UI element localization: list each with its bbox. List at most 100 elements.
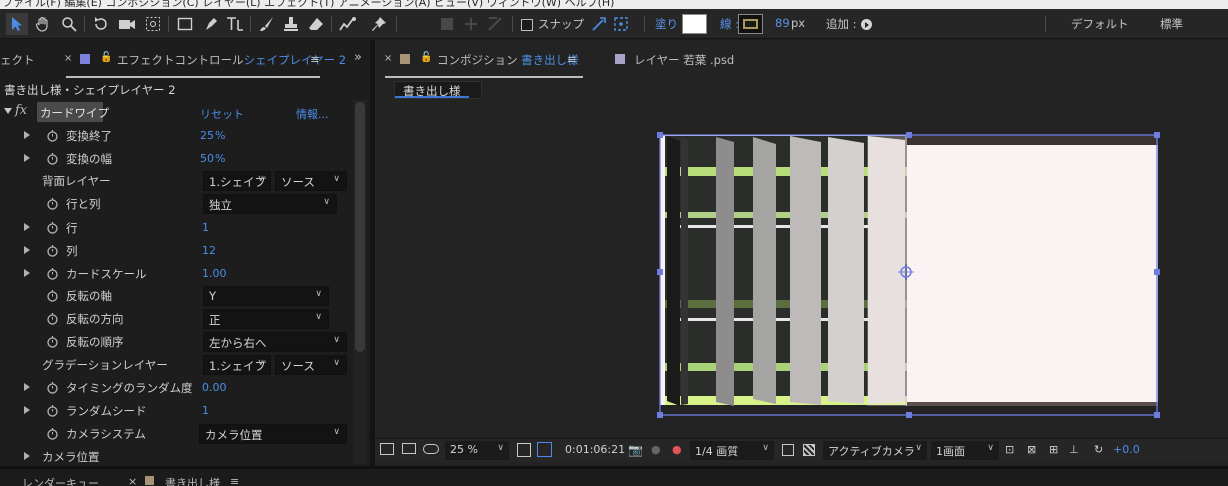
show-snapshot-icon[interactable]: ●	[651, 443, 661, 456]
stopwatch-icon[interactable]	[46, 404, 59, 417]
current-timecode[interactable]: 0:01:06:21	[565, 443, 625, 456]
expand-property-icon[interactable]	[24, 406, 30, 414]
eraser-tool-icon[interactable]	[305, 13, 327, 35]
close-comp-tab-icon[interactable]: ×	[384, 53, 392, 64]
stopwatch-icon[interactable]	[46, 427, 59, 440]
prev-panel-tab[interactable]: ェクト	[0, 52, 35, 68]
camera-view-dropdown[interactable]: アクティブカメラ ∨	[823, 441, 927, 460]
snap-feature-icon[interactable]	[610, 13, 632, 35]
expand-property-icon[interactable]	[24, 154, 30, 162]
fast-preview-icon[interactable]: ⊠	[1027, 443, 1036, 456]
view-axis-icon[interactable]	[484, 13, 506, 35]
stopwatch-icon[interactable]	[46, 312, 59, 325]
expand-property-icon[interactable]	[24, 131, 30, 139]
pixel-aspect-icon[interactable]: ⊡	[1005, 443, 1014, 456]
effect-info-button[interactable]: 情報...	[296, 106, 329, 122]
stopwatch-icon[interactable]	[46, 289, 59, 302]
resolution-dropdown[interactable]: 1/4 画質 ∨	[690, 441, 774, 460]
pan-behind-tool-icon[interactable]	[142, 13, 164, 35]
effect-name[interactable]: カードワイプ	[37, 102, 109, 122]
fx-icon[interactable]: fx	[15, 103, 27, 118]
panel-menu-icon[interactable]: ≡	[310, 52, 320, 66]
add-menu-icon[interactable]	[861, 19, 872, 30]
selection-tool-icon[interactable]	[6, 13, 28, 35]
workspace-default[interactable]: デフォルト	[1071, 16, 1129, 32]
flip-order-dropdown[interactable]: 左から右へ ∨	[203, 332, 347, 352]
snapshot-camera-icon[interactable]: 📷	[628, 443, 643, 457]
brush-tool-icon[interactable]	[256, 13, 278, 35]
grid-icon[interactable]	[517, 443, 531, 457]
flip-direction-dropdown[interactable]: 正 ∨	[203, 309, 329, 329]
exposure-value[interactable]: +0.0	[1113, 443, 1140, 456]
clone-stamp-tool-icon[interactable]	[280, 13, 302, 35]
comp-canvas[interactable]	[375, 102, 1228, 438]
comp-panel-menu-icon[interactable]: ≡	[567, 52, 577, 66]
snap-checkbox[interactable]	[521, 19, 533, 31]
stopwatch-icon[interactable]	[46, 221, 59, 234]
prop-value[interactable]: 0.00	[202, 381, 227, 394]
pen-tool-icon[interactable]	[200, 13, 222, 35]
monitor-icon[interactable]	[402, 443, 416, 454]
world-axis-icon[interactable]	[460, 13, 482, 35]
workspace-standard[interactable]: 標準	[1160, 16, 1183, 32]
region-of-interest-icon[interactable]	[782, 444, 794, 456]
rotate-tool-icon[interactable]	[90, 13, 112, 35]
render-queue-tab[interactable]: レンダーキュー	[22, 475, 99, 486]
backface-source-dropdown[interactable]: ソース ∨	[275, 171, 347, 191]
prop-value[interactable]: 1.00	[202, 267, 227, 280]
roto-brush-tool-icon[interactable]	[337, 13, 359, 35]
reset-exposure-icon[interactable]: ↻	[1094, 443, 1103, 456]
view-layout-dropdown[interactable]: 1画面 ∨	[931, 441, 999, 460]
always-preview-icon[interactable]	[380, 443, 394, 455]
local-axis-icon[interactable]	[436, 13, 458, 35]
hand-tool-icon[interactable]	[32, 13, 54, 35]
backface-layer-dropdown[interactable]: 1.シェイプ ∨	[203, 171, 271, 191]
close-timeline-tab-icon[interactable]: ×	[128, 475, 137, 486]
stopwatch-icon[interactable]	[46, 381, 59, 394]
puppet-pin-tool-icon[interactable]	[368, 13, 390, 35]
expand-effect-icon[interactable]	[4, 108, 12, 114]
rows-columns-dropdown[interactable]: 独立 ∨	[203, 194, 337, 214]
type-tool-icon[interactable]	[224, 13, 246, 35]
comp-breadcrumb[interactable]: 書き出し様	[394, 81, 482, 99]
toggle-transparency-icon[interactable]	[803, 444, 815, 456]
stroke-width-value[interactable]: 89	[775, 16, 790, 30]
stopwatch-icon[interactable]	[46, 335, 59, 348]
stopwatch-icon[interactable]	[46, 197, 59, 210]
timeline-comp-tab[interactable]: 書き出し様	[165, 475, 220, 486]
camera-tool-icon[interactable]	[116, 13, 138, 35]
panel-overflow-icon[interactable]: »	[354, 50, 362, 65]
flowchart-icon[interactable]: ⊥	[1069, 443, 1079, 456]
comp-lock-icon[interactable]: 🔓	[420, 52, 432, 63]
layer-tab[interactable]: レイヤー 若葉 .psd	[634, 52, 734, 68]
prop-value[interactable]: 1	[202, 404, 209, 417]
expand-property-icon[interactable]	[24, 452, 30, 460]
comp-viewer[interactable]	[375, 102, 1228, 438]
stopwatch-icon[interactable]	[46, 244, 59, 257]
prop-value[interactable]: 50	[200, 152, 214, 165]
effect-header-row[interactable]: fx カードワイプ リセット 情報...	[0, 101, 352, 124]
prop-value[interactable]: 25	[200, 129, 214, 142]
mask-visibility-icon[interactable]	[423, 444, 439, 454]
gradient-layer-dropdown[interactable]: 1.シェイプ ∨	[203, 355, 271, 375]
effect-controls-scrollbar[interactable]	[353, 100, 367, 464]
prop-value[interactable]: 1	[202, 221, 209, 234]
expand-property-icon[interactable]	[24, 269, 30, 277]
effect-reset-button[interactable]: リセット	[200, 106, 244, 122]
expand-property-icon[interactable]	[24, 246, 30, 254]
channel-rgb-icon[interactable]: ●	[672, 443, 682, 456]
composition-tab[interactable]: コンポジション 書き出し様	[437, 52, 579, 68]
fill-swatch[interactable]	[682, 14, 707, 34]
menu-bar-text[interactable]: ファイル(F) 編集(E) コンポジション(C) レイヤー(L) エフェクト(T…	[2, 0, 614, 9]
stopwatch-icon[interactable]	[46, 152, 59, 165]
expand-property-icon[interactable]	[24, 223, 30, 231]
gradient-source-dropdown[interactable]: ソース ∨	[275, 355, 347, 375]
stroke-swatch[interactable]	[738, 14, 763, 34]
zoom-dropdown[interactable]: 25 % ∨	[445, 441, 509, 460]
lock-icon[interactable]: 🔓	[100, 52, 112, 63]
transparency-grid-icon[interactable]	[537, 442, 552, 457]
flip-axis-dropdown[interactable]: Y ∨	[203, 286, 329, 306]
camera-system-dropdown[interactable]: カメラ位置 ∨	[199, 424, 347, 444]
zoom-tool-icon[interactable]	[58, 13, 80, 35]
timeline-menu-icon[interactable]: ≡	[230, 475, 239, 486]
